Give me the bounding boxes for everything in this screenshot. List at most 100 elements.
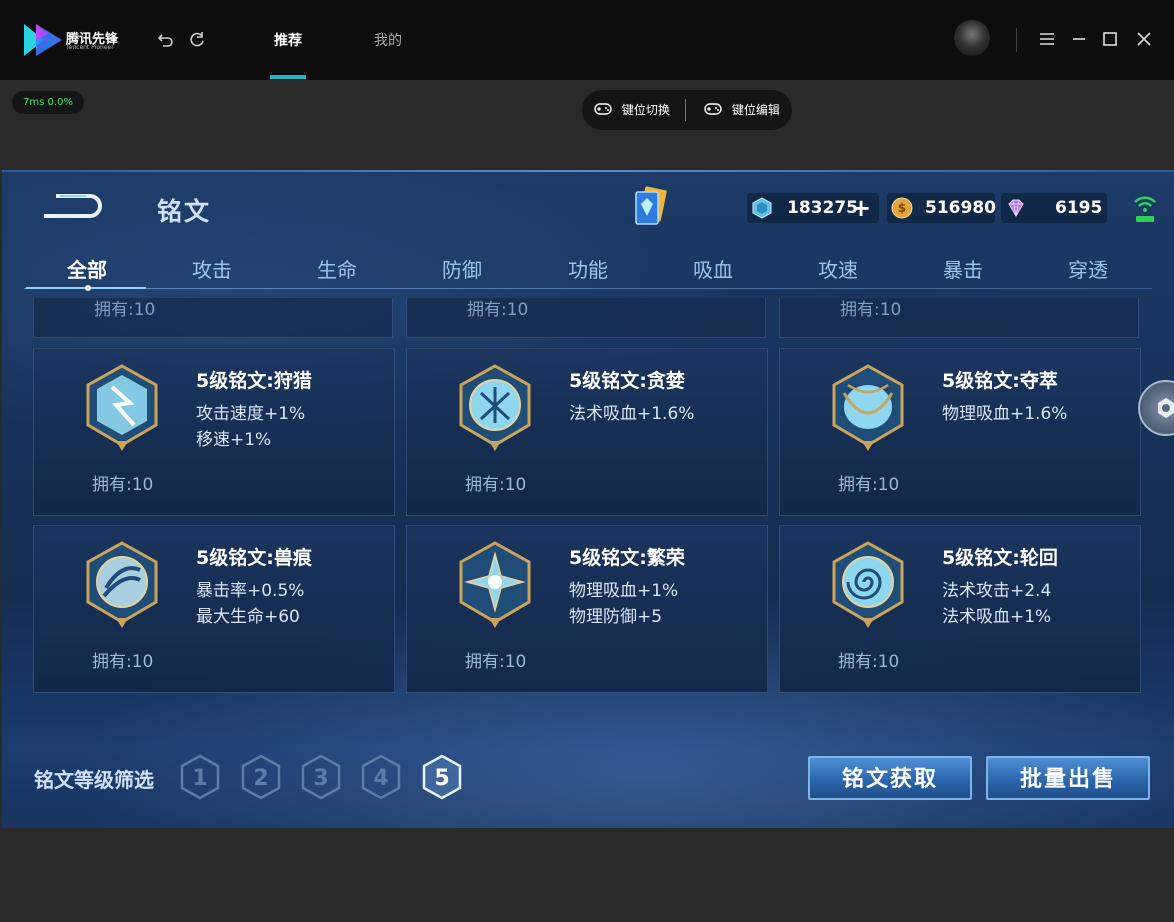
title-bar: 腾讯先锋 Tencent Pioneer 推荐 我的 [0,0,1174,80]
level-filter-3[interactable]: 3 [300,754,342,800]
circle-rune-icon [459,364,531,451]
obtain-rune-button[interactable]: 铭文获取 [808,756,972,800]
rune-list[interactable]: 拥有:10 拥有:10 拥有:10 5级铭文:狩猎 攻击速度+1% 移速+1% … [2,298,1174,698]
gold-amount: 516980 [925,198,996,218]
owned-count: 拥有:10 [92,652,154,672]
rune-card[interactable]: 5级铭文:兽痕 暴击率+0.5% 最大生命+60 拥有:10 [33,525,395,693]
owned-count: 拥有:10 [838,475,900,495]
rune-card[interactable]: 5级铭文:轮回 法术攻击+2.4 法术吸血+1% 拥有:10 [779,525,1141,693]
rune-card-partial[interactable]: 拥有:10 [779,298,1139,338]
tab-penetration[interactable]: 穿透 [1048,254,1128,283]
gold-currency: $ 516980 [887,193,996,223]
menu-icon[interactable] [1038,30,1056,48]
tab-all[interactable]: 全部 [47,254,127,283]
page-title: 铭文 [157,197,212,226]
minimize-icon[interactable] [1070,30,1088,48]
rune-card[interactable]: 5级铭文:贪婪 法术吸血+1.6% 拥有:10 [406,348,768,516]
level-number: 3 [313,766,328,791]
back-arrow-icon[interactable] [38,190,102,222]
rune-stat: 物理吸血+1.6% [942,404,1068,424]
level-filter-1[interactable]: 1 [179,754,221,800]
rune-card[interactable]: 5级铭文:狩猎 攻击速度+1% 移速+1% 拥有:10 [33,348,395,516]
refresh-icon[interactable] [187,30,207,50]
level-filter-label: 铭文等级筛选 [34,768,154,792]
tab-critical[interactable]: 暴击 [923,254,1003,283]
lightning-rune-icon [86,364,158,451]
rune-name: 5级铭文:兽痕 [196,547,312,569]
tab-health[interactable]: 生命 [297,254,377,283]
tab-mine[interactable]: 我的 [374,30,402,50]
owned-count: 拥有:10 [467,300,529,320]
rune-name: 5级铭文:繁荣 [569,547,685,569]
rune-card[interactable]: 5级铭文:繁荣 物理吸血+1% 物理防御+5 拥有:10 [406,525,768,693]
level-number: 4 [373,766,388,791]
owned-count: 拥有:10 [92,475,154,495]
logo-icon [24,24,62,56]
tab-lifesteal[interactable]: 吸血 [673,254,753,283]
rune-stat: 法术吸血+1.6% [569,404,695,424]
undo-icon[interactable] [156,30,176,50]
level-filter-4[interactable]: 4 [360,754,402,800]
tab-attack-speed[interactable]: 攻速 [798,254,878,283]
tab-utility[interactable]: 功能 [548,254,628,283]
key-edit-button[interactable]: 键位编辑 [704,90,780,130]
rune-name: 5级铭文:贪婪 [569,370,685,392]
maximize-icon[interactable] [1101,30,1119,48]
claw-rune-icon [86,541,158,628]
rune-stat: 攻击速度+1% [196,404,306,424]
owned-count: 拥有:10 [840,300,902,320]
key-switch-button[interactable]: 键位切换 [594,90,670,130]
gold-coin-icon: $ [891,197,913,219]
spiral-rune-icon [832,541,904,628]
game-screen: 铭文 183275 + $ 516980 6195 全部 攻击 生命 防御 功能… [2,170,1174,828]
level-number: 2 [253,766,268,791]
rune-card-partial[interactable]: 拥有:10 [33,298,393,338]
app-logo[interactable]: 腾讯先锋 Tencent Pioneer [22,20,132,60]
rune-stat: 暴击率+0.5% [196,581,305,601]
level-number: 1 [192,766,207,791]
rune-stat: 最大生命+60 [196,607,300,627]
active-tab-indicator [270,75,306,79]
drop-rune-icon [832,364,904,451]
diamond-currency: 183275 + [747,193,879,223]
rune-card[interactable]: 5级铭文:夺萃 物理吸血+1.6% 拥有:10 [779,348,1141,516]
active-category-indicator [26,285,146,291]
crystal-icon [1008,199,1024,217]
tabs-underline [24,288,1152,289]
owned-count: 拥有:10 [465,475,527,495]
rune-card-partial[interactable]: 拥有:10 [406,298,766,338]
crystal-amount: 6195 [1055,198,1103,218]
key-controls-pill: 键位切换 键位编辑 [582,90,792,130]
tab-recommend[interactable]: 推荐 [274,30,302,50]
rune-stat: 法术吸血+1% [942,607,1052,627]
avatar[interactable] [954,20,990,56]
level-filter-5[interactable]: 5 [421,754,463,800]
bottom-panel [0,828,1174,922]
diamond-amount: 183275 [787,198,858,218]
rune-name: 5级铭文:轮回 [942,547,1058,569]
star-rune-icon [459,541,531,628]
level-filter-2[interactable]: 2 [240,754,282,800]
rune-stat: 物理防御+5 [569,607,663,627]
batch-sell-button[interactable]: 批量出售 [986,756,1150,800]
rune-name: 5级铭文:夺萃 [942,370,1058,392]
wifi-signal-icon [1132,192,1158,224]
level-number: 5 [434,766,449,791]
owned-count: 拥有:10 [94,300,156,320]
rune-name: 5级铭文:狩猎 [196,370,312,392]
divider [1016,28,1017,52]
close-icon[interactable] [1135,30,1153,48]
gamepad-icon [594,103,612,115]
tab-attack[interactable]: 攻击 [172,254,252,283]
latency-indicator: 7ms 0.0% [12,91,84,114]
owned-count: 拥有:10 [838,652,900,672]
svg-text:$: $ [898,201,906,215]
floating-menu-button[interactable] [1138,380,1174,436]
add-diamond-icon[interactable]: + [851,194,871,222]
rune-page-card-icon[interactable] [630,186,670,230]
pill-divider [685,99,686,121]
gamepad-icon [704,103,722,115]
tab-defense[interactable]: 防御 [422,254,502,283]
key-edit-label: 键位编辑 [731,103,780,117]
rune-stat: 移速+1% [196,430,272,450]
